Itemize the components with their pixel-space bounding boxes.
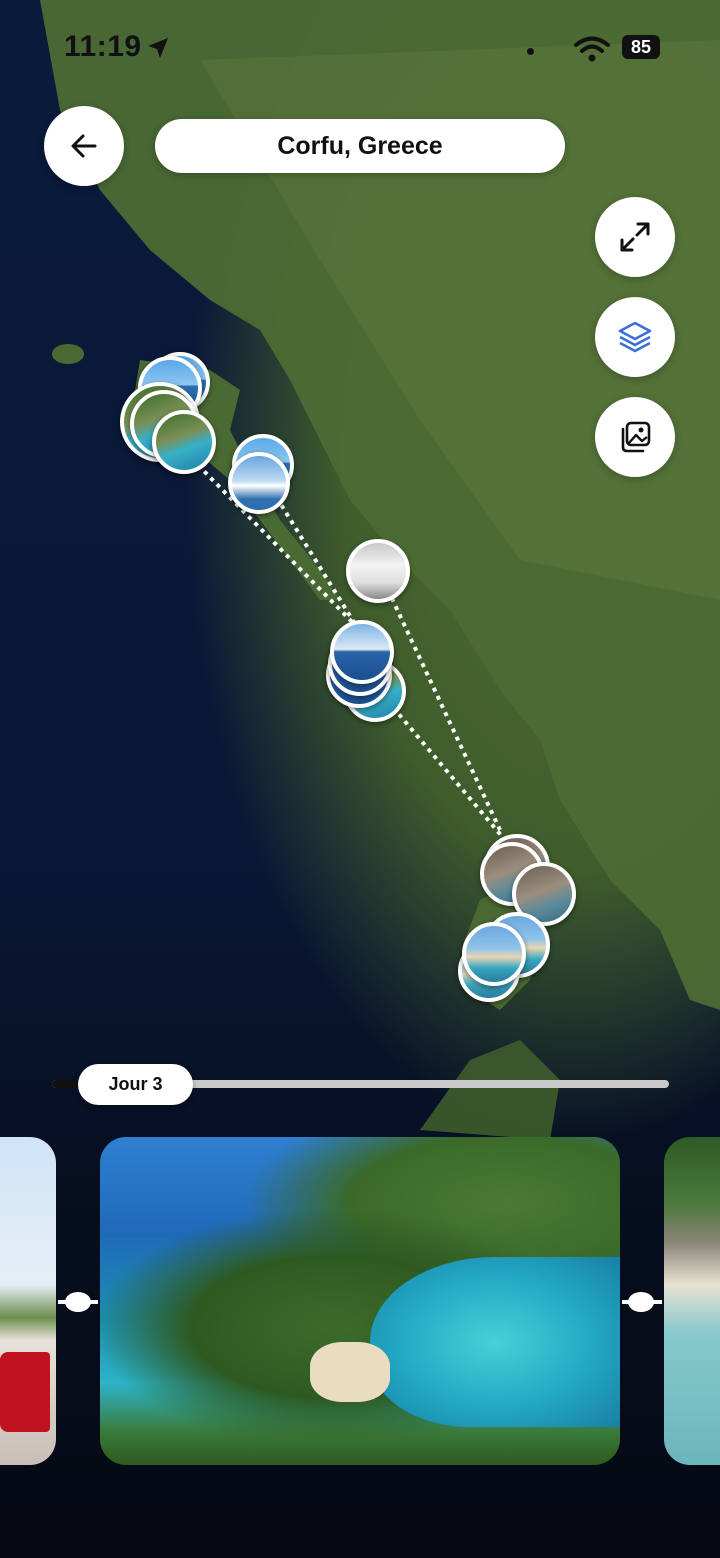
location-title[interactable]: Corfu, Greece: [155, 119, 565, 173]
photo-marker[interactable]: [346, 539, 410, 603]
photo-gallery-icon: [621, 421, 651, 453]
map-layers-button[interactable]: [595, 297, 675, 377]
beach-image-region: [310, 1342, 390, 1402]
photo-marker[interactable]: [228, 452, 290, 514]
photo-marker[interactable]: [330, 620, 394, 684]
map-screen: 11:19 85 Corfu, Greece Jour 3: [0, 0, 720, 1558]
day-timeline-handle[interactable]: Jour 3: [78, 1064, 193, 1105]
photo-card-previous[interactable]: [0, 1137, 56, 1465]
photo-marker[interactable]: [152, 410, 216, 474]
battery-indicator: 85: [622, 35, 660, 59]
wifi-icon: [574, 36, 610, 62]
carousel-connector-dot: [628, 1292, 654, 1312]
lagoon-image-region: [370, 1257, 620, 1427]
red-van-image: [0, 1352, 50, 1432]
carousel-connector-dot: [65, 1292, 91, 1312]
status-dot-icon: [527, 48, 534, 55]
arrow-left-icon: [71, 134, 97, 158]
status-time: 11:19: [64, 30, 142, 63]
photo-marker[interactable]: [462, 922, 526, 986]
photo-card-next[interactable]: [664, 1137, 720, 1465]
layers-icon: [618, 321, 652, 353]
back-button[interactable]: [44, 106, 124, 186]
location-arrow-icon: [148, 38, 168, 58]
fullscreen-button[interactable]: [595, 197, 675, 277]
expand-icon: [620, 222, 650, 252]
photo-card-current[interactable]: [100, 1137, 620, 1465]
status-bar: 11:19 85: [0, 28, 720, 68]
photo-gallery-button[interactable]: [595, 397, 675, 477]
islet: [52, 344, 84, 364]
southern-islands: [420, 1040, 560, 1140]
